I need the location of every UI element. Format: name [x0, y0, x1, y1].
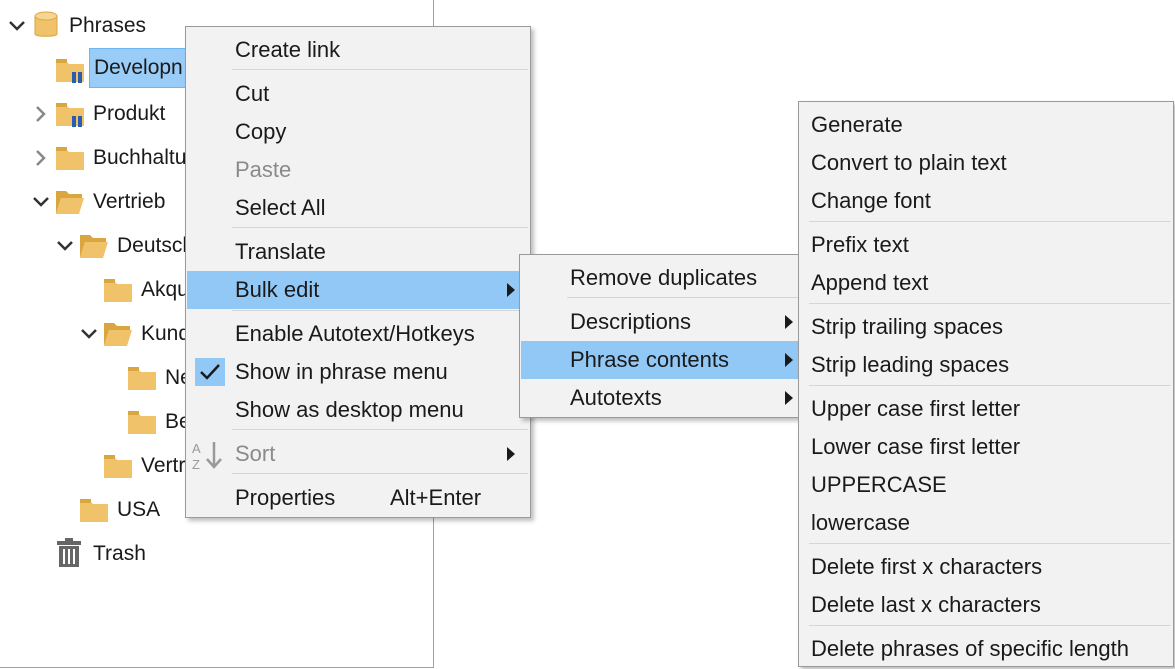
- tree-item-developn[interactable]: Developn: [89, 48, 191, 88]
- chevron-right-icon[interactable]: [31, 104, 51, 124]
- context-menu: Create link Cut Copy Paste Select All Tr…: [185, 26, 531, 518]
- menu-item-upper-case-first-letter[interactable]: Upper case first letter: [800, 390, 1172, 428]
- folder-icon: [128, 411, 156, 434]
- folder-icon: [104, 455, 132, 478]
- menu-item-paste: Paste: [235, 157, 292, 182]
- submenu-arrow-icon: [507, 447, 515, 461]
- trash-icon: [57, 538, 81, 567]
- menu-separator: [232, 69, 528, 70]
- tree-item-produkt[interactable]: Produkt: [93, 94, 165, 134]
- folder-open-icon: [56, 191, 84, 214]
- menu-item-bulk-edit[interactable]: Bulk edit: [187, 271, 529, 309]
- sort-az-icon: A Z: [192, 441, 222, 472]
- tree-item-vertrieb[interactable]: Vertrieb: [93, 182, 165, 222]
- menu-item-convert-plain-text[interactable]: Convert to plain text: [800, 144, 1172, 182]
- tree-item-usa[interactable]: USA: [117, 490, 160, 530]
- menu-separator: [232, 473, 528, 474]
- folder-shared-icon: [56, 103, 84, 127]
- menu-item-prefix-text[interactable]: Prefix text: [800, 226, 1172, 264]
- menu-separator: [809, 221, 1171, 222]
- menu-item-append-text[interactable]: Append text: [800, 264, 1172, 302]
- svg-text:Z: Z: [192, 457, 200, 472]
- chevron-down-icon[interactable]: [79, 324, 99, 344]
- menu-item-descriptions[interactable]: Descriptions: [521, 303, 799, 341]
- tree-item-phrases[interactable]: Phrases: [69, 6, 146, 46]
- menu-item-show-as-desktop-menu[interactable]: Show as desktop menu: [187, 391, 529, 429]
- menu-separator: [232, 310, 528, 311]
- checkmark-icon: [195, 358, 225, 386]
- menu-item-copy[interactable]: Copy: [187, 113, 529, 151]
- tree-item-akqu[interactable]: Akqu: [141, 270, 189, 310]
- menu-item-select-all[interactable]: Select All: [187, 189, 529, 227]
- menu-separator: [567, 297, 798, 298]
- submenu-arrow-icon: [785, 391, 793, 405]
- chevron-down-icon[interactable]: [55, 236, 75, 256]
- folder-icon: [80, 499, 108, 522]
- submenu-arrow-icon: [785, 315, 793, 329]
- menu-item-sort: A Z Sort: [187, 435, 529, 473]
- folder-icon: [56, 147, 84, 170]
- chevron-right-icon[interactable]: [31, 148, 51, 168]
- folder-icon: [128, 367, 156, 390]
- menu-item-translate[interactable]: Translate: [187, 233, 529, 271]
- menu-item-remove-duplicates[interactable]: Remove duplicates: [521, 259, 799, 297]
- properties-shortcut: Alt+Enter: [390, 485, 482, 510]
- menu-separator: [809, 303, 1171, 304]
- menu-item-create-link[interactable]: Create link: [187, 31, 529, 69]
- folder-shared-icon: [56, 59, 84, 83]
- menu-item-show-in-phrase-menu[interactable]: Show in phrase menu: [187, 353, 529, 391]
- menu-item-delete-last-x-characters[interactable]: Delete last x characters: [800, 586, 1172, 624]
- folder-icon: [104, 279, 132, 302]
- menu-item-phrase-contents[interactable]: Phrase contents: [521, 341, 799, 379]
- submenu-arrow-icon: [507, 283, 515, 297]
- svg-text:A: A: [192, 441, 201, 456]
- menu-item-strip-trailing-spaces[interactable]: Strip trailing spaces: [800, 308, 1172, 346]
- chevron-down-icon[interactable]: [7, 16, 27, 36]
- tree-item-vertr[interactable]: Vertr: [141, 446, 185, 486]
- menu-separator: [809, 543, 1171, 544]
- tree-item-buchhaltung[interactable]: Buchhaltu: [93, 138, 186, 178]
- menu-item-generate[interactable]: Generate: [800, 106, 1172, 144]
- menu-separator: [809, 385, 1171, 386]
- submenu-arrow-icon: [785, 353, 793, 367]
- tree-item-kund[interactable]: Kund: [141, 314, 190, 354]
- menu-item-enable-autotext[interactable]: Enable Autotext/Hotkeys: [187, 315, 529, 353]
- menu-item-properties[interactable]: Properties Alt+Enter: [187, 479, 529, 517]
- database-icon: [34, 11, 58, 37]
- menu-item-lower-case-first-letter[interactable]: Lower case first letter: [800, 428, 1172, 466]
- menu-item-autotexts[interactable]: Autotexts: [521, 379, 799, 417]
- bulk-edit-submenu: Remove duplicates Descriptions Phrase co…: [519, 254, 801, 418]
- menu-item-delete-first-x-characters[interactable]: Delete first x characters: [800, 548, 1172, 586]
- menu-separator: [232, 429, 528, 430]
- menu-item-lowercase[interactable]: lowercase: [800, 504, 1172, 542]
- chevron-down-icon[interactable]: [31, 192, 51, 212]
- folder-open-icon: [104, 323, 132, 346]
- menu-item-strip-leading-spaces[interactable]: Strip leading spaces: [800, 346, 1172, 384]
- menu-separator: [232, 227, 528, 228]
- menu-item-delete-phrases-specific-length[interactable]: Delete phrases of specific length: [800, 630, 1172, 668]
- tree-item-deutsch[interactable]: Deutsch: [117, 226, 194, 266]
- phrase-contents-submenu: Generate Convert to plain text Change fo…: [798, 101, 1174, 667]
- menu-item-uppercase[interactable]: UPPERCASE: [800, 466, 1172, 504]
- folder-open-icon: [80, 235, 108, 258]
- tree-item-trash[interactable]: Trash: [93, 534, 146, 574]
- menu-separator: [809, 625, 1171, 626]
- menu-item-cut[interactable]: Cut: [187, 75, 529, 113]
- menu-item-change-font[interactable]: Change font: [800, 182, 1172, 220]
